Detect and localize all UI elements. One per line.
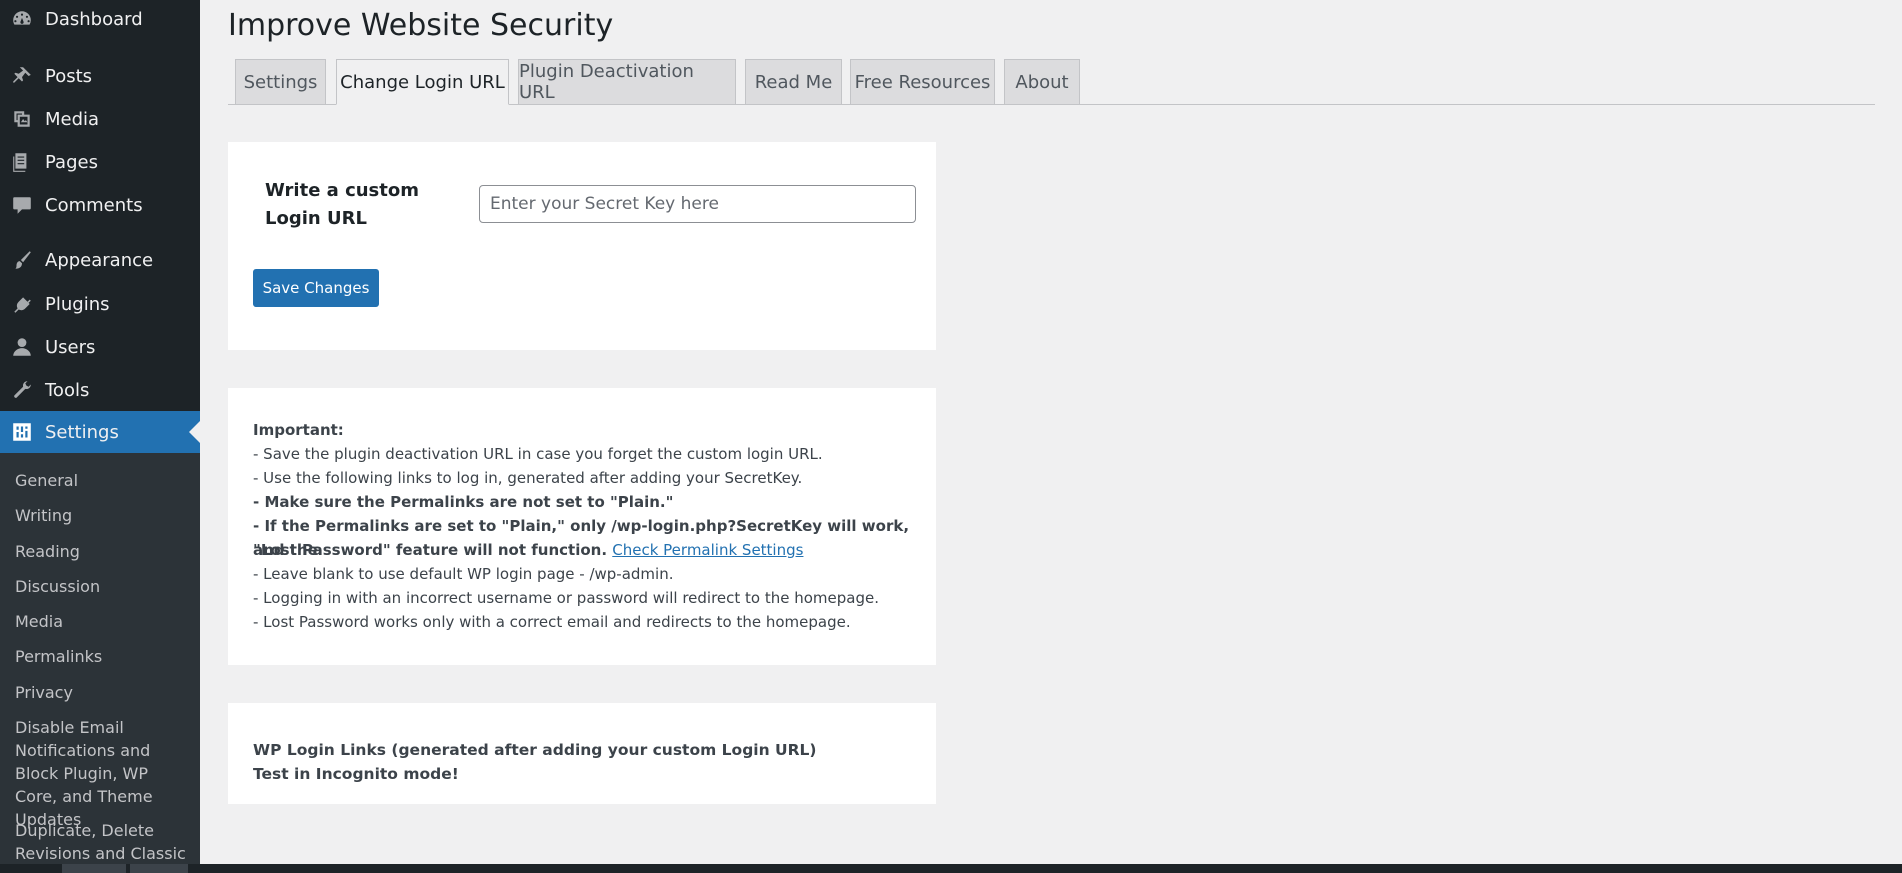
login-links-heading: WP Login Links (generated after adding y… — [253, 741, 817, 759]
menu-item-posts[interactable]: Posts — [0, 56, 200, 96]
menu-item-media[interactable]: Media — [0, 99, 200, 139]
submenu-item-duplicate-delete-revisions[interactable]: Duplicate, Delete Revisions and Classic — [15, 819, 190, 865]
wrench-icon — [11, 379, 33, 401]
submenu-item-media[interactable]: Media — [15, 610, 195, 633]
dashboard-icon — [11, 8, 33, 30]
settings-icon — [11, 421, 33, 443]
menu-item-appearance[interactable]: Appearance — [0, 240, 200, 280]
menu-item-label: Appearance — [45, 249, 154, 271]
info-line: - Logging in with an incorrect username … — [253, 589, 880, 607]
info-line: - Leave blank to use default WP login pa… — [253, 565, 674, 583]
page-title: Improve Website Security — [228, 8, 614, 43]
current-menu-arrow — [189, 421, 200, 443]
tab-plugin-deactivation-url[interactable]: Plugin Deactivation URL — [518, 59, 736, 105]
taskbar-edge — [0, 864, 1902, 873]
pages-icon — [11, 151, 33, 173]
submenu-item-permalinks[interactable]: Permalinks — [15, 645, 195, 668]
comment-icon — [11, 194, 33, 216]
submenu-item-discussion[interactable]: Discussion — [15, 575, 195, 598]
info-line-bold: - Make sure the Permalinks are not set t… — [253, 493, 674, 511]
menu-item-label: Comments — [45, 194, 143, 216]
info-line-bold-with-link: "Lost Password" feature will not functio… — [253, 538, 923, 562]
menu-item-label: Dashboard — [45, 8, 143, 30]
login-links-card: WP Login Links (generated after adding y… — [228, 703, 936, 804]
taskbar-item — [62, 864, 126, 873]
submenu-item-disable-email-notifications[interactable]: Disable Email Notifications and Block Pl… — [15, 716, 190, 831]
menu-item-label: Tools — [45, 379, 90, 401]
menu-item-comments[interactable]: Comments — [0, 185, 200, 225]
incognito-note: Test in Incognito mode! — [253, 765, 459, 783]
brush-icon — [11, 249, 33, 271]
submenu-item-writing[interactable]: Writing — [15, 504, 195, 527]
menu-item-label: Settings — [45, 421, 119, 443]
submenu-item-privacy[interactable]: Privacy — [15, 681, 195, 704]
user-icon — [11, 336, 33, 358]
tab-free-resources[interactable]: Free Resources — [850, 59, 995, 105]
menu-item-dashboard[interactable]: Dashboard — [0, 0, 200, 38]
menu-item-settings[interactable]: Settings — [0, 411, 200, 453]
settings-submenu: General Writing Reading Discussion Media… — [0, 453, 200, 873]
info-line: - Save the plugin deactivation URL in ca… — [253, 445, 823, 463]
tab-change-login-url[interactable]: Change Login URL — [336, 59, 509, 105]
menu-item-label: Media — [45, 108, 100, 130]
menu-item-label: Posts — [45, 65, 93, 87]
tab-settings[interactable]: Settings — [235, 59, 326, 105]
secret-key-input[interactable] — [479, 185, 916, 223]
submenu-item-general[interactable]: General — [15, 469, 195, 492]
info-line: - Use the following links to log in, gen… — [253, 469, 803, 487]
login-url-label: Write a custom Login URL — [265, 180, 420, 229]
menu-item-label: Pages — [45, 151, 98, 173]
important-info-card: Important: - Save the plugin deactivatio… — [228, 388, 936, 665]
menu-item-tools[interactable]: Tools — [0, 370, 200, 410]
menu-item-plugins[interactable]: Plugins — [0, 284, 200, 324]
tab-read-me[interactable]: Read Me — [745, 59, 842, 105]
admin-sidebar: Dashboard Posts Media Pages Comments App… — [0, 0, 200, 873]
media-icon — [11, 108, 33, 130]
check-permalink-settings-link[interactable]: Check Permalink Settings — [612, 541, 803, 559]
login-url-form-card: Write a custom Login URL Save Changes — [228, 142, 936, 350]
menu-item-pages[interactable]: Pages — [0, 142, 200, 182]
plugin-icon — [11, 293, 33, 315]
nav-tabs: Settings Change Login URL Plugin Deactiv… — [228, 59, 1875, 105]
info-line-bold-text: "Lost Password" feature will not functio… — [253, 541, 608, 559]
tab-about[interactable]: About — [1004, 59, 1080, 105]
menu-item-label: Plugins — [45, 293, 110, 315]
menu-item-users[interactable]: Users — [0, 327, 200, 367]
save-changes-button[interactable]: Save Changes — [253, 269, 379, 307]
submenu-item-reading[interactable]: Reading — [15, 540, 195, 563]
taskbar-item — [130, 864, 188, 873]
menu-item-label: Users — [45, 336, 96, 358]
important-heading: Important: — [253, 421, 344, 439]
pushpin-icon — [11, 65, 33, 87]
info-line: - Lost Password works only with a correc… — [253, 613, 851, 631]
